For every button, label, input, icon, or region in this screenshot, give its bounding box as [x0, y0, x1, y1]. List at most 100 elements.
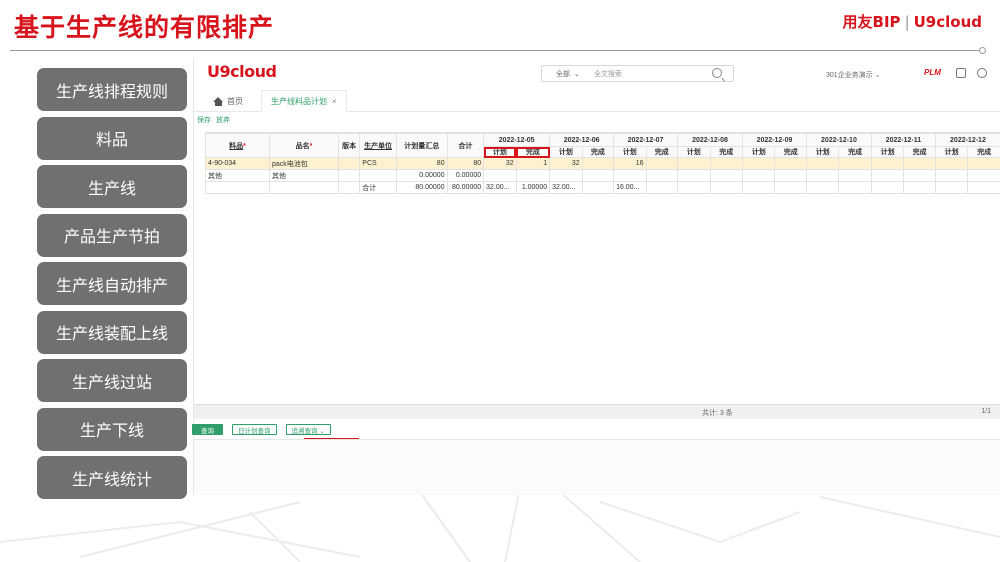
document-icon[interactable]: [956, 68, 966, 78]
col-plan[interactable]: 计划: [741, 146, 776, 158]
cell-plan[interactable]: [677, 157, 711, 170]
cell-done[interactable]: [838, 169, 872, 182]
col-done-highlighted[interactable]: 完成: [515, 146, 551, 158]
plm-link[interactable]: PLM: [924, 68, 941, 77]
cell-plan[interactable]: 32: [549, 157, 583, 170]
col-plan[interactable]: 计划: [934, 146, 969, 158]
nav-production-line-rules[interactable]: 生产线排程规则: [37, 68, 187, 111]
cell-plan[interactable]: [805, 157, 840, 170]
cell-done[interactable]: [709, 157, 744, 170]
cell-plan[interactable]: [741, 157, 776, 170]
cell-done[interactable]: [967, 157, 1000, 170]
cell-done[interactable]: [645, 169, 679, 182]
col-done[interactable]: 完成: [645, 146, 679, 158]
cell-plan[interactable]: [677, 169, 711, 182]
nav-line-statistics[interactable]: 生产线统计: [37, 456, 187, 499]
nav-production-takt[interactable]: 产品生产节拍: [37, 213, 187, 257]
col-header-version[interactable]: 版本: [337, 133, 361, 158]
close-icon[interactable]: ×: [332, 97, 337, 106]
cell-done[interactable]: [774, 169, 807, 182]
cell-done[interactable]: [515, 169, 551, 182]
daily-plan-query-button[interactable]: 日计划查询: [232, 424, 277, 435]
col-plan[interactable]: 计划: [549, 146, 583, 158]
cell-version[interactable]: [337, 169, 361, 182]
col-header-item[interactable]: 料品*: [205, 133, 270, 158]
col-plan-highlighted[interactable]: 计划: [483, 146, 517, 158]
nav-items[interactable]: 料品: [37, 116, 187, 160]
col-header-unit[interactable]: 生产单位: [359, 133, 397, 158]
cell-plan[interactable]: [934, 157, 969, 170]
app-header: U9cloud 全部 ⌄ 全文搜索 301企业务演示 ⌄ PLM: [194, 58, 1000, 90]
title-divider: [10, 50, 984, 51]
cell-done[interactable]: [774, 157, 807, 170]
col-done[interactable]: 完成: [709, 146, 744, 158]
cell-name[interactable]: pack电池包: [268, 157, 339, 170]
cell-plan[interactable]: [549, 169, 583, 182]
cell-unit[interactable]: PCS: [359, 157, 397, 170]
cell-version[interactable]: [337, 157, 361, 170]
global-search[interactable]: 全部 ⌄ 全文搜索: [541, 65, 734, 82]
cell-done[interactable]: [967, 169, 1000, 182]
col-done[interactable]: 完成: [903, 146, 936, 158]
required-mark: *: [309, 142, 313, 150]
cell-done[interactable]: [838, 157, 872, 170]
cell-done: [967, 181, 1000, 194]
discard-button[interactable]: 放弃: [216, 117, 230, 124]
cube-icon[interactable]: [977, 68, 987, 78]
cell-plan[interactable]: [934, 169, 969, 182]
date-header: 2022-12-05: [483, 133, 551, 147]
cell-done[interactable]: [903, 169, 936, 182]
cell-name[interactable]: 其他: [268, 169, 339, 182]
save-button[interactable]: 保存: [197, 117, 211, 124]
cell-unit[interactable]: [359, 169, 397, 182]
trace-query-dropdown[interactable]: 追溯查询 ⌄: [285, 424, 331, 435]
pager[interactable]: 1/1: [981, 408, 991, 415]
tab-home[interactable]: 首页: [213, 96, 243, 107]
col-done[interactable]: 完成: [581, 146, 615, 158]
cell-plan[interactable]: 32: [483, 157, 517, 170]
cell-done[interactable]: [581, 157, 615, 170]
cell-done[interactable]: [581, 169, 615, 182]
cell-item[interactable]: 其他: [205, 169, 270, 182]
col-header-sum[interactable]: 合计: [446, 133, 485, 158]
app-logo[interactable]: U9cloud: [207, 62, 277, 81]
cell-done[interactable]: 1: [515, 157, 551, 170]
nav-production-line[interactable]: 生产线: [37, 165, 187, 208]
tab-line-item-plan[interactable]: 生产线料品计划 ×: [261, 90, 347, 112]
cell-done[interactable]: [903, 157, 936, 170]
tab-bar: 首页 生产线料品计划 ×: [194, 90, 1000, 112]
total-count: 共计: 3 条: [702, 410, 733, 417]
nav-assembly-online[interactable]: 生产线装配上线: [37, 310, 187, 354]
cell-done: [645, 181, 679, 194]
col-plan[interactable]: 计划: [805, 146, 840, 158]
col-plan[interactable]: 计划: [677, 146, 711, 158]
cell-plan[interactable]: [805, 169, 840, 182]
col-plan[interactable]: 计划: [870, 146, 905, 158]
search-icon[interactable]: [712, 68, 722, 78]
cell-plan[interactable]: [483, 169, 517, 182]
brand-bip: 用友BIP: [842, 13, 901, 31]
nav-auto-scheduling[interactable]: 生产线自动排产: [37, 262, 187, 305]
col-done[interactable]: 完成: [774, 146, 807, 158]
nav-station-pass[interactable]: 生产线过站: [37, 359, 187, 402]
col-done[interactable]: 完成: [838, 146, 872, 158]
col-header-name[interactable]: 品名*: [268, 133, 339, 158]
col-plan[interactable]: 计划: [613, 146, 647, 158]
cell-done[interactable]: [645, 157, 679, 170]
cell-item[interactable]: 4-90-034: [205, 157, 270, 170]
col-header-plan-total[interactable]: 计划量汇总: [395, 133, 448, 158]
search-scope-select[interactable]: 全部 ⌄: [542, 69, 594, 79]
org-selector[interactable]: 301企业务演示 ⌄: [826, 70, 881, 80]
col-done[interactable]: 完成: [967, 146, 1000, 158]
cell-plan[interactable]: [741, 169, 776, 182]
table-row[interactable]: 4-90-034 pack电池包 PCS 80 80 32 1 32 16: [205, 157, 1000, 170]
cell-plan[interactable]: 16: [613, 157, 647, 170]
table-row[interactable]: 其他 其他 0.00000 0.00000: [205, 169, 1000, 182]
cell-plan[interactable]: [613, 169, 647, 182]
cell-done[interactable]: [709, 169, 744, 182]
query-button[interactable]: 查询: [192, 424, 223, 435]
slide-title: 基于生产线的有限排产: [14, 13, 275, 42]
cell-plan[interactable]: [870, 169, 905, 182]
cell-plan[interactable]: [870, 157, 905, 170]
nav-production-offline[interactable]: 生产下线: [37, 407, 187, 451]
